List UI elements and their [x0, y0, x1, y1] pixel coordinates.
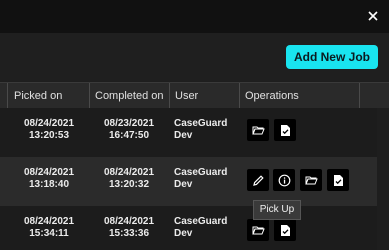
- completed-date: 08/23/2021: [103, 118, 155, 129]
- pencil-icon: [252, 174, 264, 186]
- table-header: Picked on Completed on User Operations: [0, 82, 389, 110]
- completed-date: 08/24/2021: [103, 216, 155, 227]
- picked-date: 08/24/2021: [23, 167, 75, 178]
- folder-open-icon: [251, 126, 265, 134]
- user-cell: CaseGuard Dev: [174, 118, 238, 142]
- info-icon: [278, 174, 290, 186]
- open-folder-button[interactable]: [247, 219, 269, 241]
- picked-date: 08/24/2021: [23, 118, 75, 129]
- view-document-button[interactable]: [274, 219, 296, 241]
- table-row[interactable]: 08/24/2021 13:18:40 08/24/2021 13:20:32 …: [0, 157, 389, 207]
- picked-time: 15:34:11: [29, 228, 69, 239]
- completed-on-cell: 08/24/2021 15:33:36: [93, 216, 165, 240]
- document-check-icon: [280, 224, 290, 236]
- add-new-job-button[interactable]: Add New Job: [286, 45, 378, 69]
- close-icon[interactable]: [367, 10, 379, 22]
- folder-open-icon: [304, 176, 318, 184]
- document-check-icon: [333, 174, 343, 186]
- pick-up-button[interactable]: [300, 169, 322, 191]
- table-row[interactable]: 08/24/2021 13:20:53 08/23/2021 16:47:50 …: [0, 108, 389, 158]
- completed-on-cell: 08/24/2021 13:20:32: [93, 167, 165, 191]
- header-picked-on[interactable]: Picked on: [10, 89, 62, 103]
- column-separator: [169, 83, 170, 109]
- open-folder-button[interactable]: [247, 119, 269, 141]
- table-row[interactable]: 08/24/2021 15:34:11 08/24/2021 15:33:36 …: [0, 206, 389, 250]
- column-separator: [7, 83, 8, 109]
- user-name: CaseGuard: [174, 167, 228, 178]
- picked-date: 08/24/2021: [23, 216, 75, 227]
- view-document-button[interactable]: [327, 169, 349, 191]
- user-cell: CaseGuard Dev: [174, 216, 238, 240]
- completed-date: 08/24/2021: [103, 167, 155, 178]
- picked-on-cell: 08/24/2021 15:34:11: [14, 216, 84, 240]
- picked-time: 13:18:40: [28, 179, 70, 190]
- user-team: Dev: [174, 179, 193, 190]
- vertical-scrollbar[interactable]: [377, 108, 389, 250]
- user-team: Dev: [174, 130, 193, 141]
- edit-button[interactable]: [247, 169, 269, 191]
- document-check-icon: [280, 124, 290, 136]
- user-cell: CaseGuard Dev: [174, 167, 238, 191]
- header-completed-on[interactable]: Completed on: [91, 89, 164, 103]
- view-document-button[interactable]: [274, 119, 296, 141]
- completed-time: 13:20:32: [108, 179, 150, 190]
- completed-time: 15:33:36: [108, 228, 150, 239]
- header-user[interactable]: User: [171, 89, 198, 103]
- completed-on-cell: 08/23/2021 16:47:50: [93, 118, 165, 142]
- user-name: CaseGuard: [174, 216, 228, 227]
- info-button[interactable]: [273, 169, 295, 191]
- user-team: Dev: [174, 228, 193, 239]
- picked-on-cell: 08/24/2021 13:18:40: [14, 167, 84, 191]
- folder-open-icon: [251, 226, 265, 234]
- column-separator: [359, 83, 360, 109]
- picked-on-cell: 08/24/2021 13:20:53: [14, 118, 84, 142]
- column-separator: [89, 83, 90, 109]
- picked-time: 13:20:53: [28, 130, 70, 141]
- completed-time: 16:47:50: [108, 130, 150, 141]
- header-operations[interactable]: Operations: [241, 89, 299, 103]
- user-name: CaseGuard: [174, 118, 228, 129]
- pick-up-tooltip: Pick Up: [253, 200, 301, 220]
- column-separator: [239, 83, 240, 109]
- title-bar: [0, 0, 389, 33]
